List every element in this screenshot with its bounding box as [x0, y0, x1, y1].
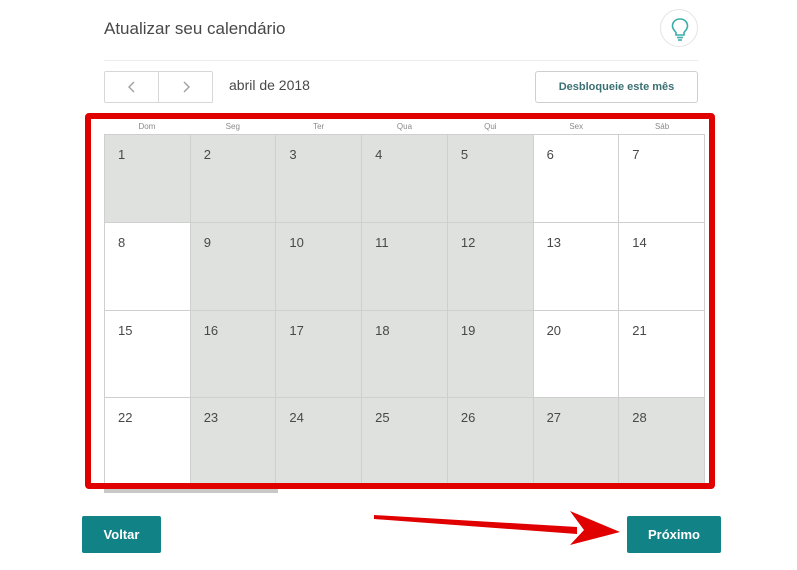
calendar-grid: 1 2 3 4 5 6 7 8 9 10 11 12 13 14 15 16 17 18 19 20 21 22 23 24 2… — [104, 134, 705, 486]
day-number: 27 — [546, 410, 562, 426]
day-number: 16 — [203, 322, 219, 338]
calendar-day[interactable]: 7 — [619, 135, 705, 223]
calendar-day[interactable]: 21 — [619, 310, 705, 399]
month-nav — [104, 71, 213, 103]
calendar-day-blocked[interactable]: 11 — [362, 222, 448, 311]
prev-month-button[interactable] — [105, 72, 158, 102]
calendar-day-blocked[interactable]: 27 — [533, 398, 620, 486]
day-number: 13 — [546, 234, 562, 250]
chevron-right-icon — [183, 81, 190, 93]
calendar-day-blocked[interactable]: 4 — [362, 135, 448, 223]
calendar-day-blocked[interactable]: 16 — [190, 310, 277, 399]
next-button[interactable]: Próximo — [627, 516, 721, 553]
chevron-left-icon — [127, 81, 134, 93]
weekday-label: Sáb — [654, 122, 670, 131]
calendar-day-blocked[interactable]: 25 — [362, 398, 448, 486]
annotation-arrow-icon — [374, 511, 620, 545]
calendar-day-blocked[interactable]: 5 — [447, 135, 534, 223]
weekday-header: Dom Seg Ter Qua Qui Sex Sáb — [104, 122, 705, 131]
calendar-day[interactable]: 15 — [105, 310, 191, 399]
calendar-day-blocked[interactable]: 18 — [362, 310, 448, 399]
calendar-day[interactable]: 8 — [105, 222, 191, 311]
calendar-day-blocked[interactable]: 12 — [447, 222, 534, 311]
calendar-day-blocked[interactable]: 28 — [619, 398, 705, 486]
calendar-day-blocked[interactable]: 17 — [276, 310, 363, 399]
scrollbar-thumb[interactable] — [104, 487, 278, 493]
weekday-label: Dom — [138, 122, 156, 131]
calendar-day-blocked[interactable]: 23 — [190, 398, 277, 486]
weekday-label: Seg — [225, 122, 240, 131]
day-number: 17 — [289, 322, 304, 338]
calendar-day[interactable]: 6 — [533, 135, 620, 223]
calendar-day[interactable]: 22 — [105, 398, 191, 486]
day-number: 21 — [632, 322, 647, 338]
back-button[interactable]: Voltar — [82, 516, 161, 553]
day-number: 12 — [460, 234, 476, 250]
day-number: 3 — [289, 147, 297, 162]
day-number: 7 — [632, 147, 640, 162]
day-number: 2 — [203, 147, 211, 162]
day-number: 11 — [375, 234, 389, 250]
calendar-day-blocked[interactable]: 26 — [447, 398, 534, 486]
day-number: 14 — [632, 234, 647, 250]
month-label: abril de 2018 — [229, 77, 310, 93]
day-number: 1 — [118, 147, 126, 162]
day-number: 18 — [375, 322, 390, 338]
calendar-day-blocked[interactable]: 3 — [276, 135, 363, 223]
day-number: 22 — [118, 410, 133, 426]
weekday-label: Qui — [484, 122, 497, 131]
weekday-label: Sex — [569, 122, 584, 131]
weekday-label: Ter — [313, 122, 325, 131]
next-month-button[interactable] — [158, 72, 212, 102]
calendar-day-blocked[interactable]: 10 — [276, 222, 363, 311]
day-number: 5 — [460, 147, 469, 162]
day-number: 15 — [118, 322, 133, 338]
calendar-day-blocked[interactable]: 24 — [276, 398, 363, 486]
day-number: 26 — [460, 410, 476, 426]
unlock-month-button[interactable]: Desbloqueie este mês — [535, 71, 698, 103]
lightbulb-icon[interactable] — [660, 9, 698, 47]
calendar-day[interactable]: 20 — [533, 310, 620, 399]
day-number: 9 — [203, 234, 211, 250]
calendar-day[interactable]: 13 — [533, 222, 620, 311]
page-title: Atualizar seu calendário — [104, 19, 286, 38]
day-number: 4 — [375, 147, 383, 162]
calendar-day-blocked[interactable]: 1 — [105, 135, 191, 223]
day-number: 20 — [546, 322, 562, 338]
day-number: 28 — [632, 410, 647, 426]
calendar-day-blocked[interactable]: 2 — [190, 135, 277, 223]
day-number: 6 — [546, 147, 554, 162]
day-number: 24 — [289, 410, 304, 426]
calendar-day-blocked[interactable]: 19 — [447, 310, 534, 399]
calendar-day[interactable]: 14 — [619, 222, 705, 311]
calendar-day-blocked[interactable]: 9 — [190, 222, 277, 311]
header-divider — [104, 60, 698, 61]
day-number: 8 — [118, 234, 126, 250]
day-number: 23 — [203, 410, 219, 426]
weekday-label: Qua — [396, 122, 413, 131]
day-number: 25 — [375, 410, 390, 426]
day-number: 19 — [460, 322, 476, 338]
day-number: 10 — [289, 234, 304, 250]
horizontal-scrollbar[interactable] — [104, 487, 705, 493]
